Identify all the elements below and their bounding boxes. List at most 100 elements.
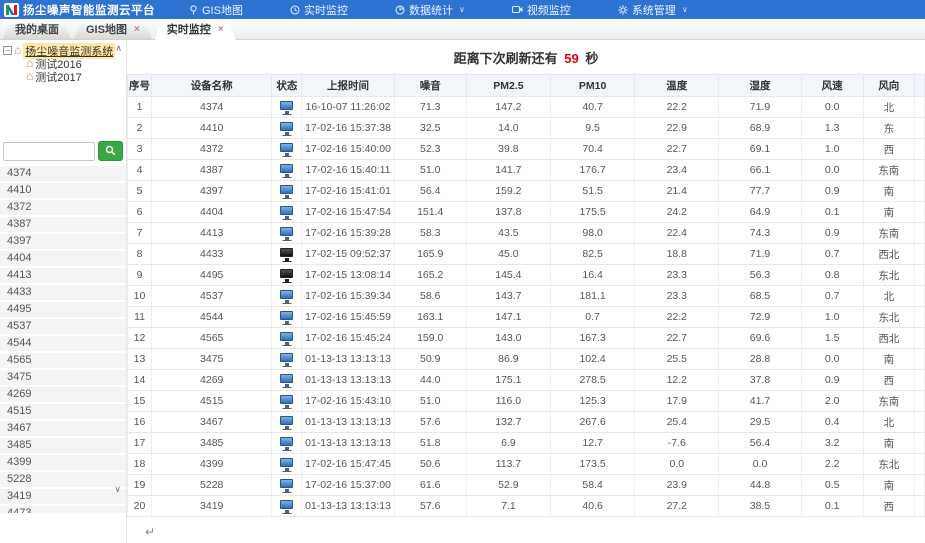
- device-list-item[interactable]: 4515: [0, 404, 126, 419]
- table-cell: 141.7: [466, 160, 550, 181]
- search-input[interactable]: [3, 142, 95, 161]
- table-cell: 28.8: [719, 349, 801, 370]
- monitor-online-icon: [280, 227, 293, 236]
- device-list-item[interactable]: 4410: [0, 183, 126, 198]
- table-cell: 50.9: [394, 349, 466, 370]
- table-cell: [914, 307, 924, 328]
- table-row[interactable]: 7441317-02-16 15:39:2858.343.598.022.474…: [128, 223, 925, 244]
- device-list-item[interactable]: 4544: [0, 336, 126, 351]
- scroll-down-icon[interactable]: ∨: [114, 484, 121, 495]
- device-list-item[interactable]: 4495: [0, 302, 126, 317]
- device-list-item[interactable]: 4404: [0, 251, 126, 266]
- table-cell: 0.7: [801, 244, 863, 265]
- device-list-item[interactable]: 4397: [0, 234, 126, 249]
- tab-my-desktop[interactable]: 我的桌面: [3, 20, 71, 39]
- device-list-item[interactable]: 4565: [0, 353, 126, 368]
- table-row[interactable]: 11454417-02-16 15:45:59163.1147.10.722.2…: [128, 307, 925, 328]
- table-row[interactable]: 16346701-13-13 13:13:1357.6132.7267.625.…: [128, 412, 925, 433]
- device-list-item[interactable]: 3467: [0, 421, 126, 436]
- menu-item-system-settings[interactable]: 系统管理 ∨: [618, 2, 688, 18]
- table-cell: 4269: [152, 370, 272, 391]
- table-cell: 南: [863, 349, 914, 370]
- device-list-item[interactable]: 4537: [0, 319, 126, 334]
- close-icon[interactable]: ×: [218, 25, 224, 35]
- device-list-item[interactable]: 4399: [0, 455, 126, 470]
- table-row[interactable]: 1437416-10-07 11:26:0271.3147.240.722.27…: [128, 97, 925, 118]
- device-tree: − ⌂ 扬尘噪音监测系统 ⌂ 测试2016 ⌂ 测试2017: [0, 40, 126, 83]
- scroll-up-icon[interactable]: ∧: [115, 43, 122, 54]
- table-cell: 6: [128, 202, 152, 223]
- table-cell: 56.3: [719, 265, 801, 286]
- table-cell: 29.5: [719, 412, 801, 433]
- tree-node-test2017[interactable]: ⌂ 测试2017: [26, 70, 124, 83]
- table-row[interactable]: 9449517-02-15 13:08:14165.2145.416.423.3…: [128, 265, 925, 286]
- table-row[interactable]: 6440417-02-16 15:47:54151.4137.8175.524.…: [128, 202, 925, 223]
- device-list-item[interactable]: 4387: [0, 217, 126, 232]
- top-navbar: 扬尘噪声智能监测云平台 GIS地图 实时监控 数据统计 ∨ 视频监控: [0, 0, 925, 19]
- table-cell: 145.4: [466, 265, 550, 286]
- status-cell: [272, 370, 302, 391]
- table-cell: 43.5: [466, 223, 550, 244]
- tab-gis-map[interactable]: GIS地图 ×: [74, 20, 152, 39]
- column-header: 状态: [272, 75, 302, 97]
- table-row[interactable]: 19522817-02-16 15:37:0061.652.958.423.94…: [128, 475, 925, 496]
- table-cell: [914, 286, 924, 307]
- monitor-online-icon: [280, 458, 293, 467]
- tree-collapse-icon[interactable]: −: [3, 46, 12, 55]
- column-header: PM2.5: [466, 75, 550, 97]
- table-row[interactable]: 15451517-02-16 15:43:1051.0116.0125.317.…: [128, 391, 925, 412]
- app-title: 扬尘噪声智能监测云平台: [23, 2, 155, 18]
- device-list-item[interactable]: 4374: [0, 166, 126, 181]
- menu-item-video-monitor[interactable]: 视频监控: [512, 2, 571, 18]
- table-cell: 50.6: [394, 454, 466, 475]
- device-list-item[interactable]: 4269: [0, 387, 126, 402]
- table-row[interactable]: 8443317-02-15 09:52:37165.945.082.518.87…: [128, 244, 925, 265]
- app-logo-icon: [4, 3, 19, 17]
- table-cell: 52.3: [394, 139, 466, 160]
- table-row[interactable]: 4438717-02-16 15:40:1151.0141.7176.723.4…: [128, 160, 925, 181]
- home-icon: ⌂: [26, 71, 33, 82]
- column-header: 风速: [801, 75, 863, 97]
- device-list-item[interactable]: 5228: [0, 472, 126, 487]
- device-list-item[interactable]: 3419: [0, 489, 126, 504]
- device-list-item[interactable]: 3475: [0, 370, 126, 385]
- tab-realtime-monitor[interactable]: 实时监控 ×: [155, 19, 236, 40]
- return-glyph: ↵: [145, 525, 925, 539]
- table-row[interactable]: 13347501-13-13 13:13:1350.986.9102.425.5…: [128, 349, 925, 370]
- table-row[interactable]: 3437217-02-16 15:40:0052.339.870.422.769…: [128, 139, 925, 160]
- device-list-item[interactable]: 3485: [0, 438, 126, 453]
- monitor-online-icon: [280, 500, 293, 509]
- device-list-item[interactable]: 4433: [0, 285, 126, 300]
- table-cell: [914, 496, 924, 517]
- table-cell: 12.2: [635, 370, 719, 391]
- table-row[interactable]: 2441017-02-16 15:37:3832.514.09.522.968.…: [128, 118, 925, 139]
- menu-item-realtime-monitor[interactable]: 实时监控: [290, 2, 348, 18]
- search-button[interactable]: [98, 141, 123, 161]
- table-row[interactable]: 10453717-02-16 15:39:3458.6143.7181.123.…: [128, 286, 925, 307]
- table-row[interactable]: 12456517-02-16 15:45:24159.0143.0167.322…: [128, 328, 925, 349]
- column-header: 上报时间: [302, 75, 394, 97]
- table-row[interactable]: 18439917-02-16 15:47:4550.6113.7173.50.0…: [128, 454, 925, 475]
- pie-chart-icon: [395, 5, 405, 15]
- table-row[interactable]: 14426901-13-13 13:13:1344.0175.1278.512.…: [128, 370, 925, 391]
- table-row[interactable]: 20341901-13-13 13:13:1357.67.140.627.238…: [128, 496, 925, 517]
- home-icon: ⌂: [26, 58, 33, 69]
- table-row[interactable]: 17348501-13-13 13:13:1351.86.912.7-7.656…: [128, 433, 925, 454]
- tree-node-label[interactable]: 测试2017: [35, 69, 81, 85]
- table-cell: 8: [128, 244, 152, 265]
- camera-icon: [512, 5, 523, 14]
- table-cell: 4372: [152, 139, 272, 160]
- table-cell: 4413: [152, 223, 272, 244]
- close-icon[interactable]: ×: [134, 25, 140, 35]
- monitor-online-icon: [280, 479, 293, 488]
- device-list-item[interactable]: 4413: [0, 268, 126, 283]
- device-list-item[interactable]: 4372: [0, 200, 126, 215]
- menu-item-data-statistics[interactable]: 数据统计 ∨: [395, 2, 465, 18]
- table-cell: 17-02-16 15:43:10: [302, 391, 394, 412]
- menu-item-gis-map[interactable]: GIS地图: [189, 2, 243, 18]
- table-cell: 40.7: [551, 97, 635, 118]
- table-row[interactable]: 5439717-02-16 15:41:0156.4159.251.521.47…: [128, 181, 925, 202]
- device-list-item[interactable]: 4473: [0, 506, 126, 513]
- table-cell: [914, 160, 924, 181]
- table-cell: 74.3: [719, 223, 801, 244]
